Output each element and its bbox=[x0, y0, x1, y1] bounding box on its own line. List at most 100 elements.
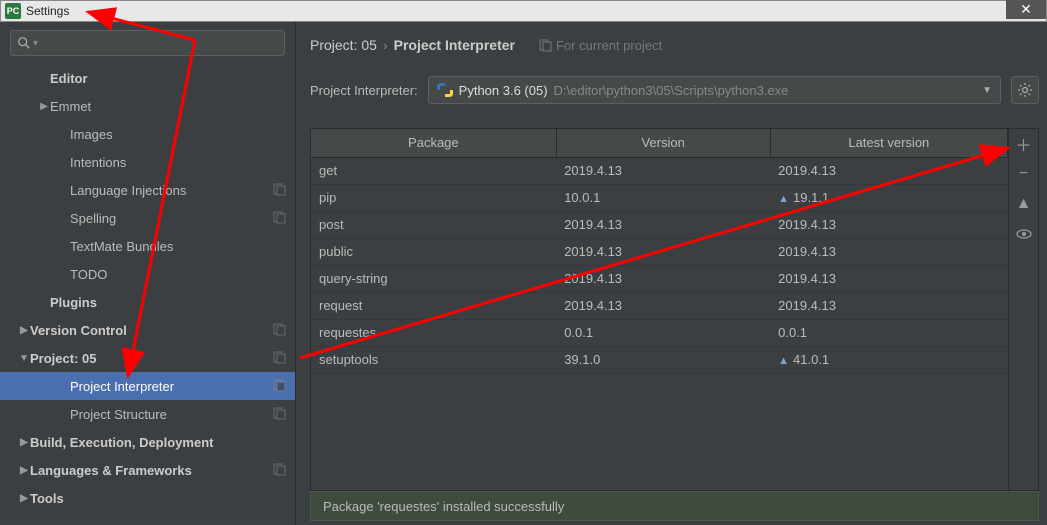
table-row[interactable]: setuptools39.1.0▲41.0.1 bbox=[311, 346, 1008, 373]
sidebar-item-language-injections[interactable]: Language Injections bbox=[0, 176, 295, 204]
sidebar-item-intentions[interactable]: Intentions bbox=[0, 148, 295, 176]
table-row[interactable]: post2019.4.132019.4.13 bbox=[311, 211, 1008, 238]
status-bar: Package 'requestes' installed successful… bbox=[310, 491, 1039, 521]
scope-icon bbox=[273, 407, 287, 421]
add-package-button[interactable]: ＋ bbox=[1013, 133, 1035, 155]
interpreter-path: D:\editor\python3\05\Scripts\python3.exe bbox=[554, 83, 789, 98]
table-row[interactable]: pip10.0.1▲19.1.1 bbox=[311, 184, 1008, 211]
sidebar-item-languages-frameworks[interactable]: ▶Languages & Frameworks bbox=[0, 456, 295, 484]
upgrade-available-icon: ▲ bbox=[778, 193, 789, 205]
interpreter-name: Python 3.6 (05) bbox=[459, 83, 548, 98]
package-name: setuptools bbox=[311, 346, 556, 373]
sidebar-item-label: Project: 05 bbox=[30, 351, 273, 366]
table-row[interactable]: query-string2019.4.132019.4.13 bbox=[311, 265, 1008, 292]
package-name: pip bbox=[311, 184, 556, 211]
tree-arrow-icon: ▼ bbox=[18, 353, 30, 364]
sidebar-item-project-structure[interactable]: Project Structure bbox=[0, 400, 295, 428]
dropdown-arrow-icon: ▼ bbox=[982, 85, 992, 96]
upgrade-available-icon: ▲ bbox=[778, 355, 789, 367]
package-version: 2019.4.13 bbox=[556, 157, 770, 184]
search-input[interactable]: ▾ bbox=[10, 30, 285, 56]
tree-arrow-icon: ▶ bbox=[38, 101, 50, 112]
interpreter-settings-button[interactable] bbox=[1011, 76, 1039, 104]
breadcrumb-project: Project: 05 bbox=[310, 37, 377, 53]
sidebar-item-tools[interactable]: ▶Tools bbox=[0, 484, 295, 512]
status-message: Package 'requestes' installed successful… bbox=[323, 499, 564, 514]
package-latest: ▲19.1.1 bbox=[770, 184, 1007, 211]
close-button[interactable]: ✕ bbox=[1006, 0, 1046, 19]
tree-arrow-icon: ▶ bbox=[18, 325, 30, 336]
table-row[interactable]: get2019.4.132019.4.13 bbox=[311, 157, 1008, 184]
content-panel: Project: 05 › Project Interpreter For cu… bbox=[296, 22, 1047, 525]
package-name: query-string bbox=[311, 265, 556, 292]
tree-arrow-icon: ▶ bbox=[18, 465, 30, 476]
column-header[interactable]: Latest version bbox=[770, 129, 1007, 157]
sidebar-item-version-control[interactable]: ▶Version Control bbox=[0, 316, 295, 344]
breadcrumb: Project: 05 › Project Interpreter For cu… bbox=[310, 32, 1039, 58]
sidebar: ▾ Editor ▶Emmet Images Intentions Language I… bbox=[0, 22, 296, 525]
upgrade-package-button[interactable]: ▲ bbox=[1013, 193, 1035, 215]
package-version: 2019.4.13 bbox=[556, 265, 770, 292]
sidebar-item-label: Tools bbox=[30, 491, 287, 506]
tree-arrow-icon: ▶ bbox=[18, 437, 30, 448]
package-name: post bbox=[311, 211, 556, 238]
package-name: requestes bbox=[311, 319, 556, 346]
scope-icon bbox=[273, 183, 287, 197]
breadcrumb-hint: For current project bbox=[539, 38, 662, 53]
sidebar-item-label: TODO bbox=[70, 267, 287, 282]
package-version: 10.0.1 bbox=[556, 184, 770, 211]
sidebar-item-todo[interactable]: TODO bbox=[0, 260, 295, 288]
sidebar-item-label: Images bbox=[70, 127, 287, 142]
remove-package-button[interactable]: − bbox=[1013, 163, 1035, 185]
package-version: 0.0.1 bbox=[556, 319, 770, 346]
package-version: 2019.4.13 bbox=[556, 292, 770, 319]
scope-icon bbox=[273, 379, 287, 393]
sidebar-item-label: Languages & Frameworks bbox=[30, 463, 273, 478]
scope-icon bbox=[273, 351, 287, 365]
package-name: get bbox=[311, 157, 556, 184]
sidebar-item-label: Language Injections bbox=[70, 183, 273, 198]
sidebar-item-label: Project Structure bbox=[70, 407, 273, 422]
package-latest: 2019.4.13 bbox=[770, 211, 1007, 238]
sidebar-item-plugins[interactable]: Plugins bbox=[0, 288, 295, 316]
breadcrumb-page: Project Interpreter bbox=[394, 37, 515, 53]
python-icon bbox=[437, 82, 453, 98]
titlebar: PC Settings ✕ bbox=[0, 0, 1047, 22]
packages-toolbar: ＋ − ▲ bbox=[1009, 128, 1039, 491]
sidebar-item-textmate-bundles[interactable]: TextMate Bundles bbox=[0, 232, 295, 260]
sidebar-item-label: Project Interpreter bbox=[70, 379, 273, 394]
copy-icon bbox=[539, 39, 552, 52]
package-latest: 0.0.1 bbox=[770, 319, 1007, 346]
scope-icon bbox=[273, 211, 287, 225]
package-version: 39.1.0 bbox=[556, 346, 770, 373]
interpreter-select[interactable]: Python 3.6 (05) D:\editor\python3\05\Scr… bbox=[428, 76, 1001, 104]
sidebar-item-images[interactable]: Images bbox=[0, 120, 295, 148]
package-name: request bbox=[311, 292, 556, 319]
show-early-releases-button[interactable] bbox=[1013, 223, 1035, 245]
sidebar-item-label: Editor bbox=[50, 71, 287, 86]
tree-arrow-icon: ▶ bbox=[18, 493, 30, 504]
sidebar-item-project-05[interactable]: ▼Project: 05 bbox=[0, 344, 295, 372]
sidebar-item-build-execution-deployment[interactable]: ▶Build, Execution, Deployment bbox=[0, 428, 295, 456]
sidebar-item-editor[interactable]: Editor bbox=[0, 64, 295, 92]
package-latest: 2019.4.13 bbox=[770, 238, 1007, 265]
gear-icon bbox=[1017, 82, 1033, 98]
column-header[interactable]: Version bbox=[556, 129, 770, 157]
window-title: Settings bbox=[26, 4, 69, 18]
table-row[interactable]: requestes0.0.10.0.1 bbox=[311, 319, 1008, 346]
search-dropdown-icon: ▾ bbox=[33, 38, 38, 49]
search-icon bbox=[17, 36, 31, 50]
sidebar-item-spelling[interactable]: Spelling bbox=[0, 204, 295, 232]
sidebar-item-label: TextMate Bundles bbox=[70, 239, 287, 254]
package-latest: 2019.4.13 bbox=[770, 292, 1007, 319]
package-latest: ▲41.0.1 bbox=[770, 346, 1007, 373]
breadcrumb-separator: › bbox=[383, 37, 388, 53]
table-row[interactable]: public2019.4.132019.4.13 bbox=[311, 238, 1008, 265]
packages-table[interactable]: PackageVersionLatest version get2019.4.1… bbox=[310, 128, 1009, 491]
column-header[interactable]: Package bbox=[311, 129, 556, 157]
sidebar-item-emmet[interactable]: ▶Emmet bbox=[0, 92, 295, 120]
sidebar-item-label: Build, Execution, Deployment bbox=[30, 435, 287, 450]
table-row[interactable]: request2019.4.132019.4.13 bbox=[311, 292, 1008, 319]
app-icon: PC bbox=[5, 3, 21, 19]
sidebar-item-project-interpreter[interactable]: Project Interpreter bbox=[0, 372, 295, 400]
